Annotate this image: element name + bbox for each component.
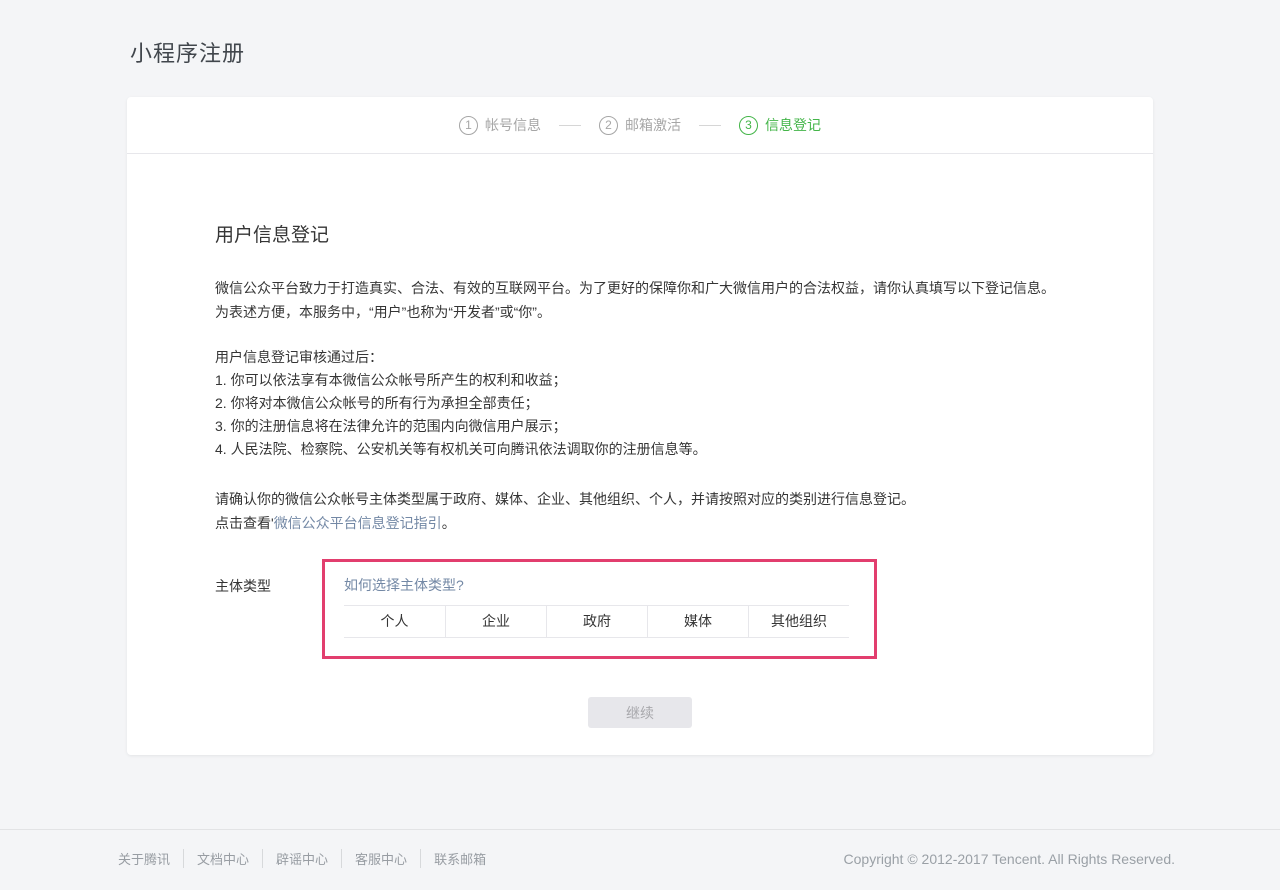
rights-heading: 用户信息登记审核通过后： (215, 346, 1065, 369)
step-connector (699, 125, 721, 126)
stepper-step: 1 帐号信息 (459, 115, 541, 135)
step-number-circle: 3 (739, 116, 758, 135)
rights-list-item: 1. 你可以依法享有本微信公众帐号所产生的权利和收益； (215, 369, 1065, 392)
page-title: 小程序注册 (130, 36, 245, 68)
step-number-circle: 2 (599, 116, 618, 135)
step-number-circle: 1 (459, 116, 478, 135)
stepper-step: 3 信息登记 (739, 115, 821, 135)
step-label: 信息登记 (765, 115, 821, 135)
step-connector (559, 125, 581, 126)
subject-type-label: 主体类型 (215, 559, 322, 659)
highlight-annotation-box: 如何选择主体类型? 个人 企业 政府 媒体 其他组织 (322, 559, 877, 659)
footer-link[interactable]: 文档中心 (184, 849, 263, 868)
guide-suffix: 。 (442, 515, 456, 531)
confirm-text: 请确认你的微信公众帐号主体类型属于政府、媒体、企业、其他组织、个人，并请按照对应… (215, 487, 1065, 511)
stepper: 1 帐号信息 2 邮箱激活 3 信息登记 (459, 115, 821, 135)
subject-type-tabs: 个人 企业 政府 媒体 其他组织 (344, 605, 849, 638)
stepper-step: 2 邮箱激活 (599, 115, 681, 135)
footer-link[interactable]: 联系邮箱 (421, 849, 499, 868)
guide-link[interactable]: 微信公众平台信息登记指引 (274, 515, 442, 531)
stepper-header: 1 帐号信息 2 邮箱激活 3 信息登记 (127, 97, 1153, 154)
step-label: 帐号信息 (485, 115, 541, 135)
intro-line-1: 微信公众平台致力于打造真实、合法、有效的互联网平台。为了更好的保障你和广大微信用… (215, 276, 1065, 300)
confirm-block: 请确认你的微信公众帐号主体类型属于政府、媒体、企业、其他组织、个人，并请按照对应… (215, 487, 1065, 535)
footer-link[interactable]: 辟谣中心 (263, 849, 342, 868)
card-body: 用户信息登记 微信公众平台致力于打造真实、合法、有效的互联网平台。为了更好的保障… (127, 154, 1153, 728)
subject-type-row: 主体类型 如何选择主体类型? 个人 企业 政府 媒体 (215, 559, 1065, 659)
rights-list: 1. 你可以依法享有本微信公众帐号所产生的权利和收益； 2. 你将对本微信公众帐… (215, 369, 1065, 461)
rights-list-item: 4. 人民法院、检察院、公安机关等有权机关可向腾讯依法调取你的注册信息等。 (215, 438, 1065, 461)
subject-type-help-link[interactable]: 如何选择主体类型? (344, 577, 464, 593)
footer-links: 关于腾讯 文档中心 辟谣中心 客服中心 联系邮箱 (105, 849, 499, 868)
subject-type-tab[interactable]: 媒体 (647, 606, 748, 637)
continue-button[interactable]: 继续 (588, 697, 692, 728)
intro-line-2: 为表述方便，本服务中，“用户”也称为“开发者”或“你”。 (215, 300, 1065, 324)
page-footer: 关于腾讯 文档中心 辟谣中心 客服中心 联系邮箱 Copyright © 201… (0, 829, 1280, 868)
footer-link[interactable]: 客服中心 (342, 849, 421, 868)
rights-list-item: 3. 你的注册信息将在法律允许的范围内向微信用户展示； (215, 415, 1065, 438)
section-heading: 用户信息登记 (215, 220, 1065, 247)
registration-card: 1 帐号信息 2 邮箱激活 3 信息登记 用户信息登记 (127, 97, 1153, 755)
rights-block: 用户信息登记审核通过后： 1. 你可以依法享有本微信公众帐号所产生的权利和收益；… (215, 346, 1065, 461)
guide-prefix: 点击查看' (215, 515, 274, 531)
copyright-text: Copyright © 2012-2017 Tencent. All Right… (844, 851, 1175, 867)
continue-button-row: 继续 (215, 697, 1065, 728)
subject-type-tab[interactable]: 其他组织 (748, 606, 849, 637)
subject-type-tab[interactable]: 个人 (344, 606, 445, 637)
rights-list-item: 2. 你将对本微信公众帐号的所有行为承担全部责任； (215, 392, 1065, 415)
footer-link[interactable]: 关于腾讯 (105, 849, 184, 868)
step-label: 邮箱激活 (625, 115, 681, 135)
intro-paragraph: 微信公众平台致力于打造真实、合法、有效的互联网平台。为了更好的保障你和广大微信用… (215, 276, 1065, 324)
subject-type-tab[interactable]: 政府 (546, 606, 647, 637)
subject-type-tab[interactable]: 企业 (445, 606, 546, 637)
guide-line: 点击查看'微信公众平台信息登记指引。 (215, 511, 1065, 535)
mini-program-registration-page: 小程序注册 1 帐号信息 2 邮箱激活 3 (0, 0, 1280, 890)
footer-inner: 关于腾讯 文档中心 辟谣中心 客服中心 联系邮箱 Copyright © 201… (0, 830, 1280, 868)
